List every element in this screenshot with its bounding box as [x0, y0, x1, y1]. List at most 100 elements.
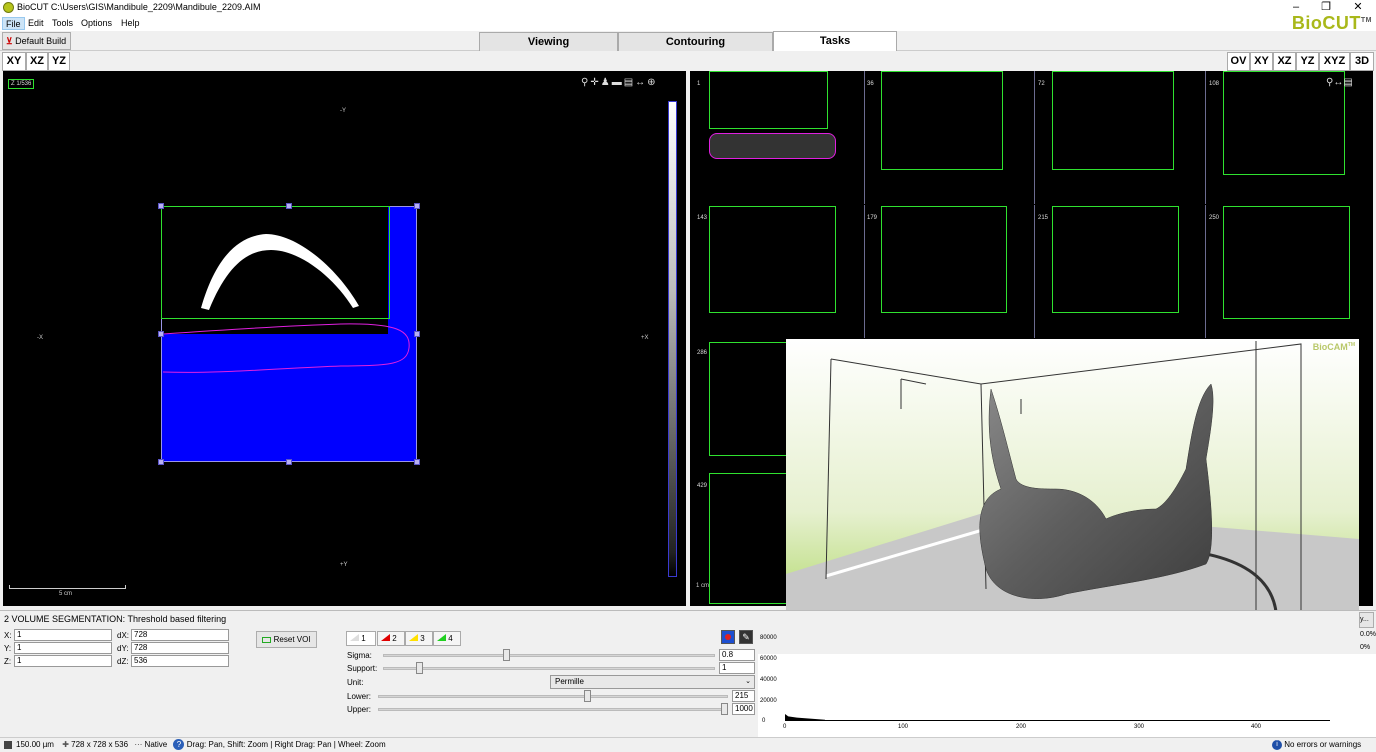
thumbnail-slice[interactable]: 72	[1036, 71, 1206, 204]
hist-xtick: 300	[1134, 724, 1145, 730]
thumbnail-slice[interactable]: 1	[695, 71, 865, 204]
tab-tasks[interactable]: Tasks	[773, 31, 897, 51]
thumbnail-slice[interactable]: 36	[865, 71, 1035, 204]
intensity-bar[interactable]	[668, 101, 677, 577]
menu-help[interactable]: Help	[118, 17, 143, 30]
hist-xtick: 100	[898, 724, 909, 730]
menu-file[interactable]: File	[2, 17, 25, 30]
error-status-text: No errors or warnings	[1284, 740, 1362, 749]
info-icon: i	[1272, 739, 1282, 750]
sigma-slider[interactable]	[383, 654, 715, 657]
hist-ytick: 0	[762, 718, 766, 724]
hist-ytick: 40000	[760, 677, 777, 683]
thumbnail-slice[interactable]: 250	[1207, 205, 1373, 338]
white-triangle-icon	[350, 634, 359, 641]
view-xz-button[interactable]: XZ	[26, 52, 48, 71]
voi-handle[interactable]	[414, 331, 420, 337]
slice-viewer-xy[interactable]: Z 1/536 -Y +Y -X +X ⚲✛♟▬▤↔⊕ 5 cm	[3, 71, 686, 606]
unit-select[interactable]: Permille ⌄	[550, 675, 755, 689]
support-field[interactable]: 1	[719, 662, 755, 674]
render-3d-scene	[786, 339, 1359, 653]
roi-box	[1052, 71, 1174, 170]
voi-handle[interactable]	[414, 203, 420, 209]
roi-box	[709, 473, 789, 604]
axis-label-top: -Y	[340, 108, 346, 114]
thumbnail-slice[interactable]: 179	[865, 205, 1035, 338]
color-picker-icon[interactable]	[721, 630, 735, 644]
segmentation-title: 2 VOLUME SEGMENTATION: Threshold based f…	[0, 610, 1376, 627]
voi-handle[interactable]	[414, 459, 420, 465]
sigma-field[interactable]: 0.8	[719, 649, 755, 661]
layers-icon[interactable]: ▤	[624, 77, 635, 88]
dimensions-icon: ✚	[62, 740, 69, 749]
roi-box	[881, 71, 1003, 170]
hist-xtick: 400	[1251, 724, 1262, 730]
zoom-icon[interactable]: ⊕	[647, 77, 657, 88]
unit-select-value: Permille	[555, 677, 584, 686]
lower-slider[interactable]	[378, 695, 728, 698]
thumbnail-slice[interactable]: 143	[695, 205, 865, 338]
tab-color-2[interactable]: 2	[377, 631, 405, 646]
voi-handle[interactable]	[158, 331, 164, 337]
reset-voi-button[interactable]: Reset VOI	[256, 631, 317, 648]
lower-field[interactable]: 215	[732, 690, 755, 702]
tab-viewing[interactable]: Viewing	[479, 32, 618, 51]
dy-field[interactable]: 728	[131, 642, 229, 654]
support-slider[interactable]	[383, 667, 715, 670]
x-field[interactable]: 1	[14, 629, 112, 641]
thumbnail-slice[interactable]: 215	[1036, 205, 1206, 338]
crosshair-icon[interactable]: ✛	[590, 77, 600, 88]
scale-label: 1 cm	[696, 583, 710, 589]
menu-edit[interactable]: Edit	[25, 17, 47, 30]
slice-number: 1	[697, 81, 701, 87]
tab-color-3[interactable]: 3	[405, 631, 433, 646]
view-ov-button[interactable]: OV	[1227, 52, 1250, 71]
person-icon[interactable]: ♟	[601, 77, 612, 88]
layers-icon[interactable]: ▤	[1343, 77, 1352, 88]
voi-handle[interactable]	[158, 203, 164, 209]
upper-field[interactable]: 1000	[732, 703, 755, 715]
tab-color-4[interactable]: 4	[433, 631, 461, 646]
apply-button[interactable]: y...	[1359, 612, 1374, 628]
dx-field[interactable]: 728	[131, 629, 229, 641]
roi-box	[709, 342, 789, 456]
thumbnail-slice[interactable]: 108	[1207, 71, 1373, 204]
ruler-icon[interactable]: ↔	[635, 77, 647, 88]
menu-options[interactable]: Options	[78, 17, 115, 30]
support-slider-knob[interactable]	[415, 662, 423, 674]
view-xy-button[interactable]: XY	[2, 52, 26, 71]
voi-handle[interactable]	[158, 459, 164, 465]
menu-tools[interactable]: Tools	[49, 17, 76, 30]
upper-slider[interactable]	[378, 708, 728, 711]
default-build-button[interactable]: ⊻ Default Build	[2, 32, 72, 50]
y-field[interactable]: 1	[14, 642, 112, 654]
slice-number: 72	[1038, 81, 1045, 87]
view-xy-button-right[interactable]: XY	[1250, 52, 1273, 71]
view-yz-button[interactable]: YZ	[48, 52, 70, 71]
render-3d-window[interactable]: BioCAMTM	[786, 339, 1359, 653]
select-tool-icon[interactable]: ⚲	[581, 77, 590, 88]
view-xz-button-right[interactable]: XZ	[1273, 52, 1296, 71]
voi-handle[interactable]	[286, 459, 292, 465]
upper-slider-knob[interactable]	[721, 703, 728, 715]
voi-handle[interactable]	[286, 203, 292, 209]
reset-voi-label: Reset VOI	[273, 635, 311, 644]
lower-slider-knob[interactable]	[583, 690, 591, 702]
sigma-label: Sigma:	[347, 651, 372, 660]
voxel-size-icon	[4, 740, 12, 749]
ruler-icon[interactable]: ↔	[1333, 77, 1343, 88]
z-field[interactable]: 1	[14, 655, 112, 667]
view-xyz-button[interactable]: XYZ	[1319, 52, 1350, 71]
dz-field[interactable]: 536	[131, 655, 229, 667]
toolbar: ⊻ Default Build Viewing Contouring Tasks	[0, 31, 1376, 51]
view-3d-button[interactable]: 3D	[1350, 52, 1374, 71]
lower-label: Lower:	[347, 692, 372, 701]
help-icon[interactable]: ?	[173, 739, 185, 751]
view-yz-button-right[interactable]: YZ	[1296, 52, 1319, 71]
sigma-slider-knob[interactable]	[503, 649, 511, 661]
reset-icon	[262, 636, 272, 643]
window-level-icon[interactable]: ▬	[612, 77, 624, 88]
tab-color-1[interactable]: 1	[346, 631, 376, 646]
tab-contouring[interactable]: Contouring	[618, 32, 773, 51]
edit-icon[interactable]: ✎	[739, 630, 753, 644]
